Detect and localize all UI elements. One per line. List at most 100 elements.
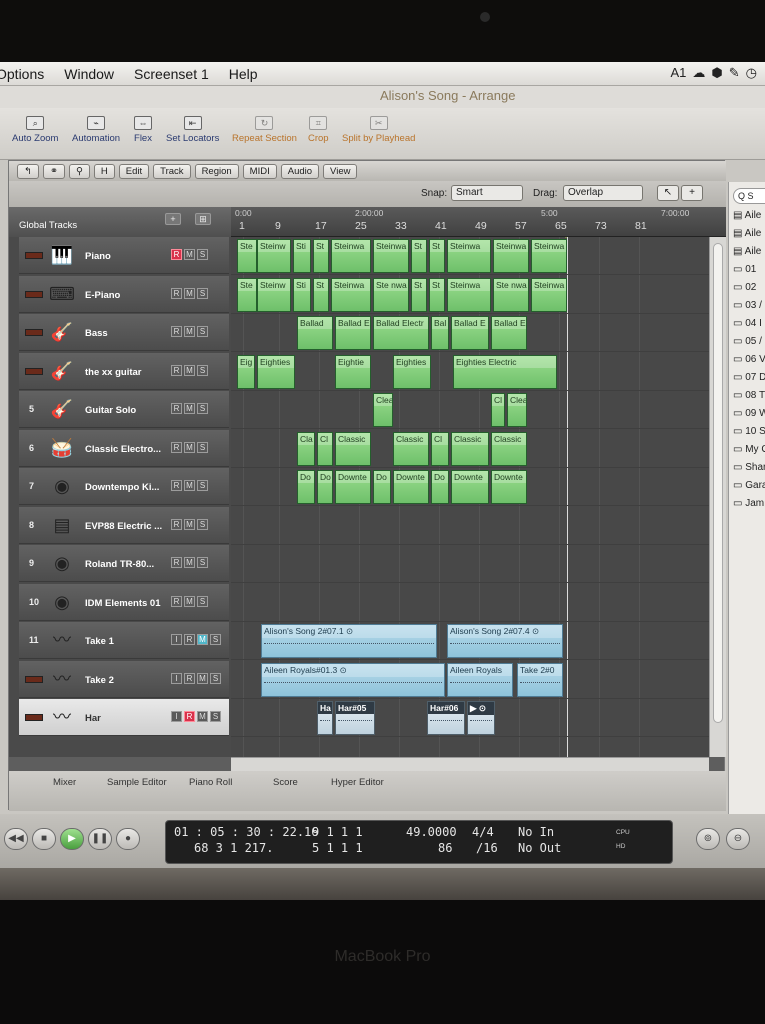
track-name[interactable]: Take 2 <box>85 675 163 686</box>
global-tracks-header[interactable]: Global Tracks + ⊞ <box>9 207 231 237</box>
region[interactable]: Classic <box>491 431 527 466</box>
browser-item[interactable]: ▭ Jam F <box>733 498 765 509</box>
browser-item[interactable]: ▭ 09 W <box>733 408 765 419</box>
track-header[interactable]: 7 ◉ Downtempo Ki... R M S <box>19 468 229 505</box>
edit-menu[interactable]: Edit <box>118 163 150 179</box>
track-header[interactable]: 11 〰 Take 1 IRMS <box>19 622 229 659</box>
record-enable-button[interactable]: R <box>171 326 182 337</box>
record-enable-button[interactable]: R <box>171 480 182 491</box>
solo-button[interactable]: S <box>197 518 208 530</box>
track-name[interactable]: Take 1 <box>85 636 163 647</box>
tab-piano-roll[interactable]: Piano Roll <box>189 777 232 788</box>
browser-item[interactable]: ▤ Aile <box>733 210 761 221</box>
input-monitor-button[interactable]: I <box>171 711 182 722</box>
region[interactable]: Downte <box>335 470 371 504</box>
mute-button[interactable]: M <box>184 326 195 337</box>
solo-button[interactable]: S <box>197 287 208 299</box>
track-name[interactable]: Piano <box>85 251 163 262</box>
region[interactable]: St <box>411 239 427 273</box>
browser-item[interactable]: ▭ 06 V <box>733 354 765 365</box>
automation-button[interactable]: ⌁ Automation <box>72 116 120 144</box>
drag-select[interactable]: Overlap <box>563 185 643 201</box>
arrange-area[interactable]: Ste Steinw Sti St Steinwa Steinwa St St Steinwa S… <box>231 237 709 757</box>
mute-button[interactable]: M <box>184 557 195 568</box>
region[interactable]: ▶ ⊙ <box>467 701 495 735</box>
solo-button[interactable]: S <box>197 364 208 376</box>
cloud-icon[interactable]: ☁ <box>692 65 705 81</box>
track-header[interactable]: ⌨ E-Piano R M S <box>19 275 229 313</box>
region[interactable]: Take 2#0 <box>517 662 563 697</box>
track-menu[interactable]: Track <box>153 163 191 179</box>
add-track-icon[interactable]: + <box>165 213 181 225</box>
track-header[interactable]: 9 ◉ Roland TR-80... R M S <box>19 545 229 582</box>
auto-zoom-button[interactable]: ⌕ Auto Zoom <box>12 116 58 144</box>
snap-select[interactable]: Smart <box>451 185 523 201</box>
mute-button[interactable]: M <box>197 634 208 645</box>
track-header[interactable]: 5 🎸 Guitar Solo R M S <box>19 391 229 428</box>
region[interactable]: Downte <box>393 470 429 504</box>
tab-mixer[interactable]: Mixer <box>53 777 76 788</box>
region[interactable]: Ste <box>237 277 257 312</box>
region[interactable]: Steinw <box>257 277 291 312</box>
track-lane[interactable] <box>231 391 709 429</box>
evernote-icon[interactable]: ✎ <box>729 65 740 81</box>
region[interactable]: Cl <box>317 431 333 466</box>
region[interactable]: Steinwa <box>447 277 491 312</box>
menu-window[interactable]: Window <box>64 66 114 82</box>
set-locators-button[interactable]: ⇤ Set Locators <box>166 116 219 144</box>
flex-button[interactable]: ⇔ Flex <box>134 116 152 144</box>
track-name[interactable]: Downtempo Ki... <box>85 482 163 493</box>
menu-help[interactable]: Help <box>229 66 258 82</box>
input-monitor-button[interactable]: I <box>171 634 182 645</box>
cycle-icon[interactable]: ⊚ <box>696 828 720 850</box>
replace-icon[interactable]: ⊖ <box>726 828 750 850</box>
region[interactable]: Steinwa <box>531 239 567 273</box>
region[interactable]: Do <box>317 470 333 504</box>
browser-item[interactable]: ▭ 10 S <box>733 426 765 437</box>
region[interactable]: Har#06 <box>427 701 465 735</box>
track-header[interactable]: 10 ◉ IDM Elements 01 R M S <box>19 583 229 621</box>
midi-menu[interactable]: MIDI <box>242 163 277 179</box>
region[interactable]: Ste nwa <box>493 277 529 312</box>
bar-ruler[interactable]: 1 9 17 25 33 41 49 57 65 73 81 0:00 2:00:00 5:00 7:00:… <box>231 207 726 237</box>
region[interactable]: Sti <box>293 277 311 312</box>
region[interactable]: Ste <box>237 239 257 273</box>
region[interactable]: Sti <box>293 239 311 273</box>
region[interactable]: Steinw <box>257 239 291 273</box>
region[interactable]: Cl <box>491 393 505 427</box>
solo-button[interactable]: S <box>197 441 208 453</box>
track-lane[interactable] <box>231 507 709 545</box>
region[interactable]: Aileen Royals <box>447 662 513 697</box>
record-enable-button[interactable]: R <box>171 518 182 530</box>
region[interactable]: St <box>429 239 445 273</box>
stop-icon[interactable]: ■ <box>32 828 56 850</box>
mute-button[interactable]: M <box>197 672 208 684</box>
region[interactable]: Classic <box>451 431 489 466</box>
track-lane[interactable] <box>231 545 709 583</box>
browser-item[interactable]: ▭ Garag <box>733 480 765 491</box>
browser-item[interactable]: ▭ 07 D <box>733 372 765 383</box>
track-header[interactable]: 🎸 the xx guitar R M S <box>19 352 229 390</box>
record-enable-button[interactable]: R <box>184 634 195 645</box>
inspector-icon[interactable]: ⚲ <box>68 163 90 179</box>
region-menu[interactable]: Region <box>194 163 239 179</box>
tab-score[interactable]: Score <box>273 777 298 788</box>
region[interactable]: Do <box>373 470 391 504</box>
region[interactable]: Aileen Royals#01.3 ⊙ <box>261 662 445 697</box>
record-enable-button[interactable]: R <box>171 595 182 607</box>
region[interactable]: Steinwa <box>373 239 409 273</box>
pointer-tool-icon[interactable]: ↖ <box>657 185 679 201</box>
play-icon[interactable]: ▶ <box>60 828 84 850</box>
region[interactable]: Ballad Electr <box>373 316 429 350</box>
mute-button[interactable]: M <box>197 711 208 722</box>
region[interactable]: Classic <box>393 431 429 466</box>
mute-button[interactable]: M <box>184 287 195 299</box>
track-header[interactable]: 〰 Har I R M S <box>19 699 229 736</box>
record-enable-button[interactable]: R <box>171 403 182 414</box>
mute-button[interactable]: M <box>184 403 195 414</box>
region[interactable]: Steinwa <box>331 239 371 273</box>
tab-hyper-editor[interactable]: Hyper Editor <box>331 777 384 788</box>
region[interactable]: Eightie <box>335 354 371 389</box>
view-menu[interactable]: View <box>323 163 358 179</box>
track-name[interactable]: Classic Electro... <box>85 444 163 455</box>
